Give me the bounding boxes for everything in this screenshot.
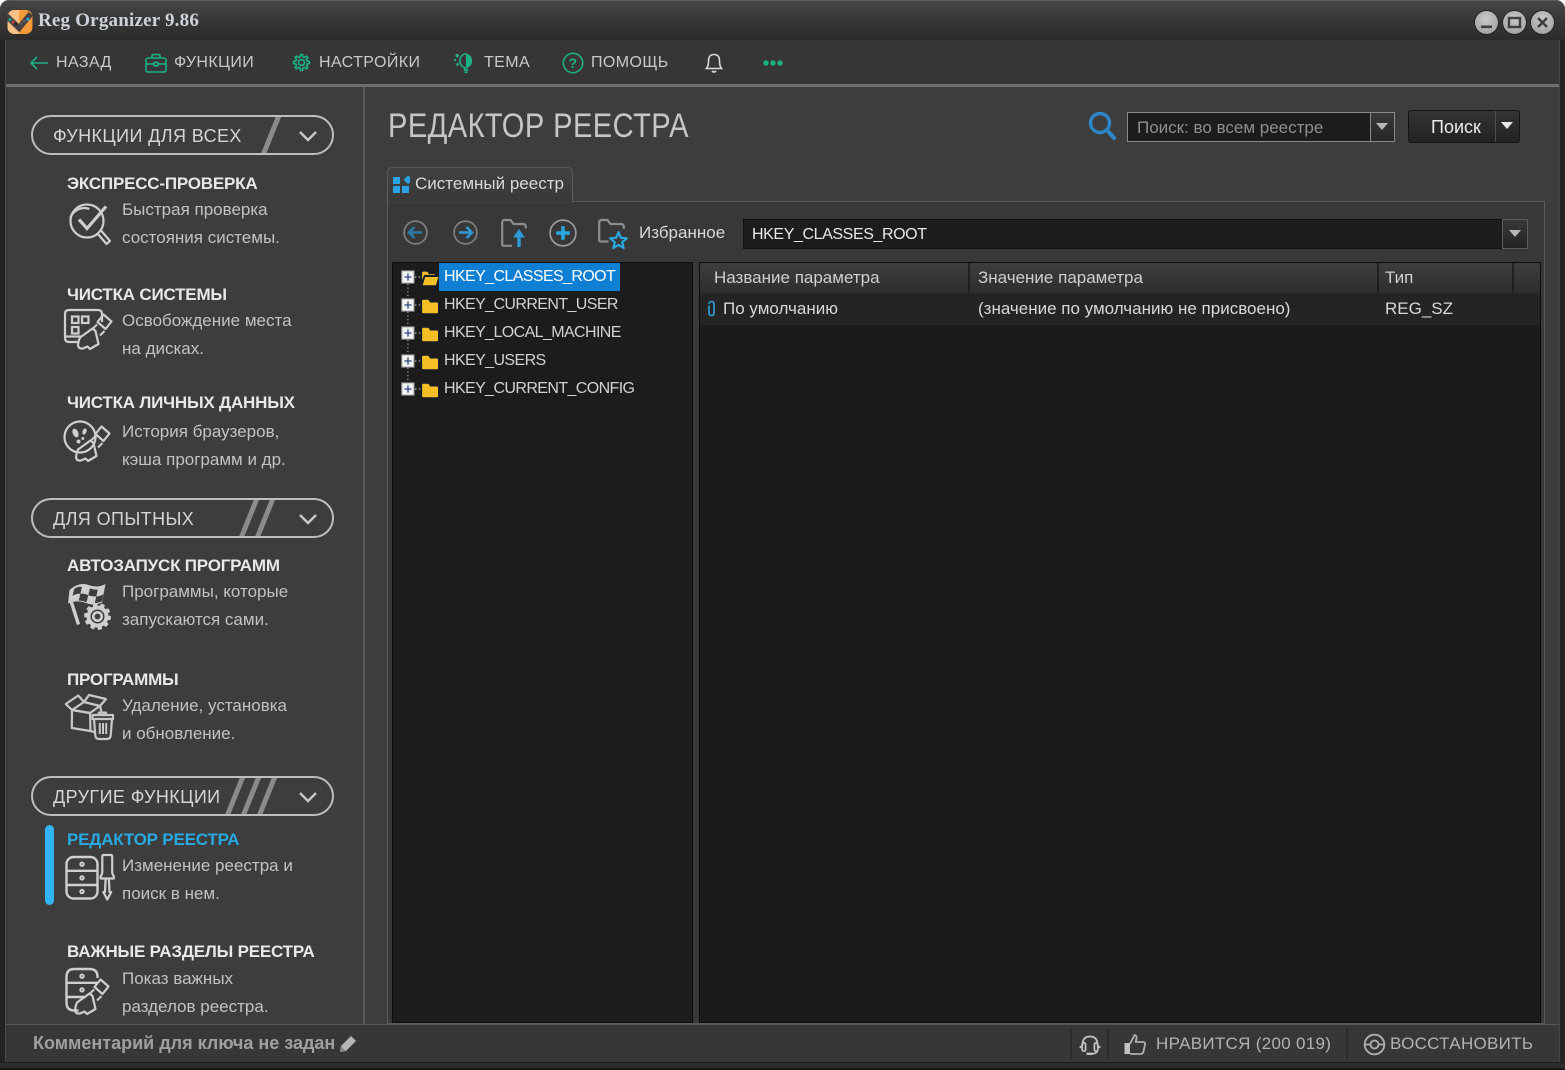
svg-text:?: ? xyxy=(569,55,578,71)
